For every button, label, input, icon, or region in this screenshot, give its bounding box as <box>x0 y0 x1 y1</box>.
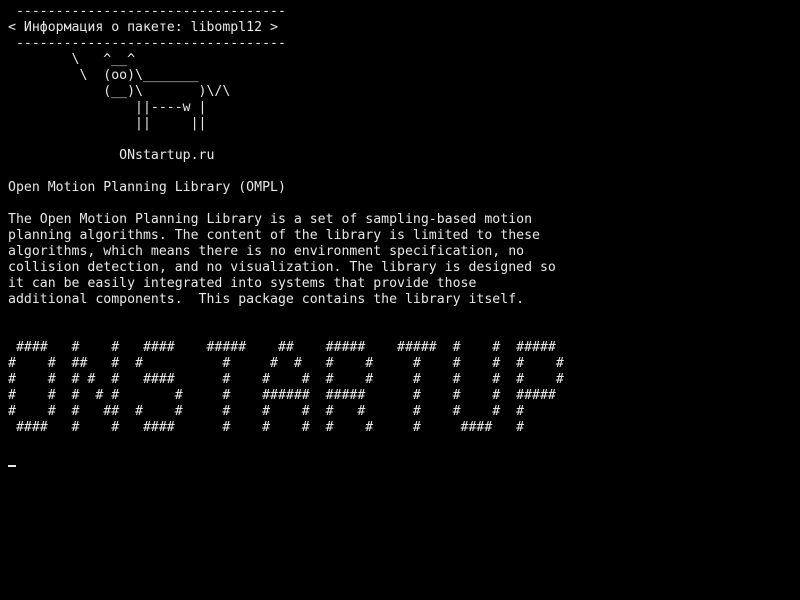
ascii-banner-line: #### # # #### # # # # # # #### # <box>8 420 525 435</box>
cow-art-line: (__)\ )\/\ <box>8 84 231 99</box>
cow-art-line: \ ^__^ <box>8 52 136 67</box>
terminal-screen[interactable]: ---------------------------------- < Инф… <box>0 0 800 600</box>
ascii-banner-line: # # # # # #### # # # # # # # # # # <box>8 372 564 387</box>
text-cursor <box>8 465 16 467</box>
banner-bottom-border: ---------------------------------- <box>8 36 286 51</box>
package-description-line: it can be easily integrated into systems… <box>8 276 477 291</box>
cow-art-line: \ (oo)\_______ <box>8 68 199 83</box>
banner-top-border: ---------------------------------- <box>8 4 286 19</box>
prompt-line[interactable] <box>8 452 800 468</box>
package-name: Open Motion Planning Library (OMPL) <box>8 180 286 195</box>
package-description-line: algorithms, which means there is no envi… <box>8 244 525 259</box>
cow-art-line: ||----w | <box>8 100 207 115</box>
package-description-line: collision detection, and no visualizatio… <box>8 260 556 275</box>
ascii-banner-line: #### # # #### ##### ## ##### ##### # # #… <box>8 340 556 355</box>
package-description-line: The Open Motion Planning Library is a se… <box>8 212 533 227</box>
package-description-line: additional components. This package cont… <box>8 292 525 307</box>
cow-signature: ONstartup.ru <box>8 148 215 163</box>
ascii-banner-line: # # ## # # # # # # # # # # # # <box>8 356 564 371</box>
banner-title: < Информация о пакете: libompl12 > <box>8 20 278 35</box>
ascii-banner-line: # # # ## # # # # # # # # # # # <box>8 404 525 419</box>
cow-art-line: || || <box>8 116 207 131</box>
package-description-line: planning algorithms. The content of the … <box>8 228 540 243</box>
ascii-banner-line: # # # # # # # ###### ##### # # # ##### <box>8 388 556 403</box>
